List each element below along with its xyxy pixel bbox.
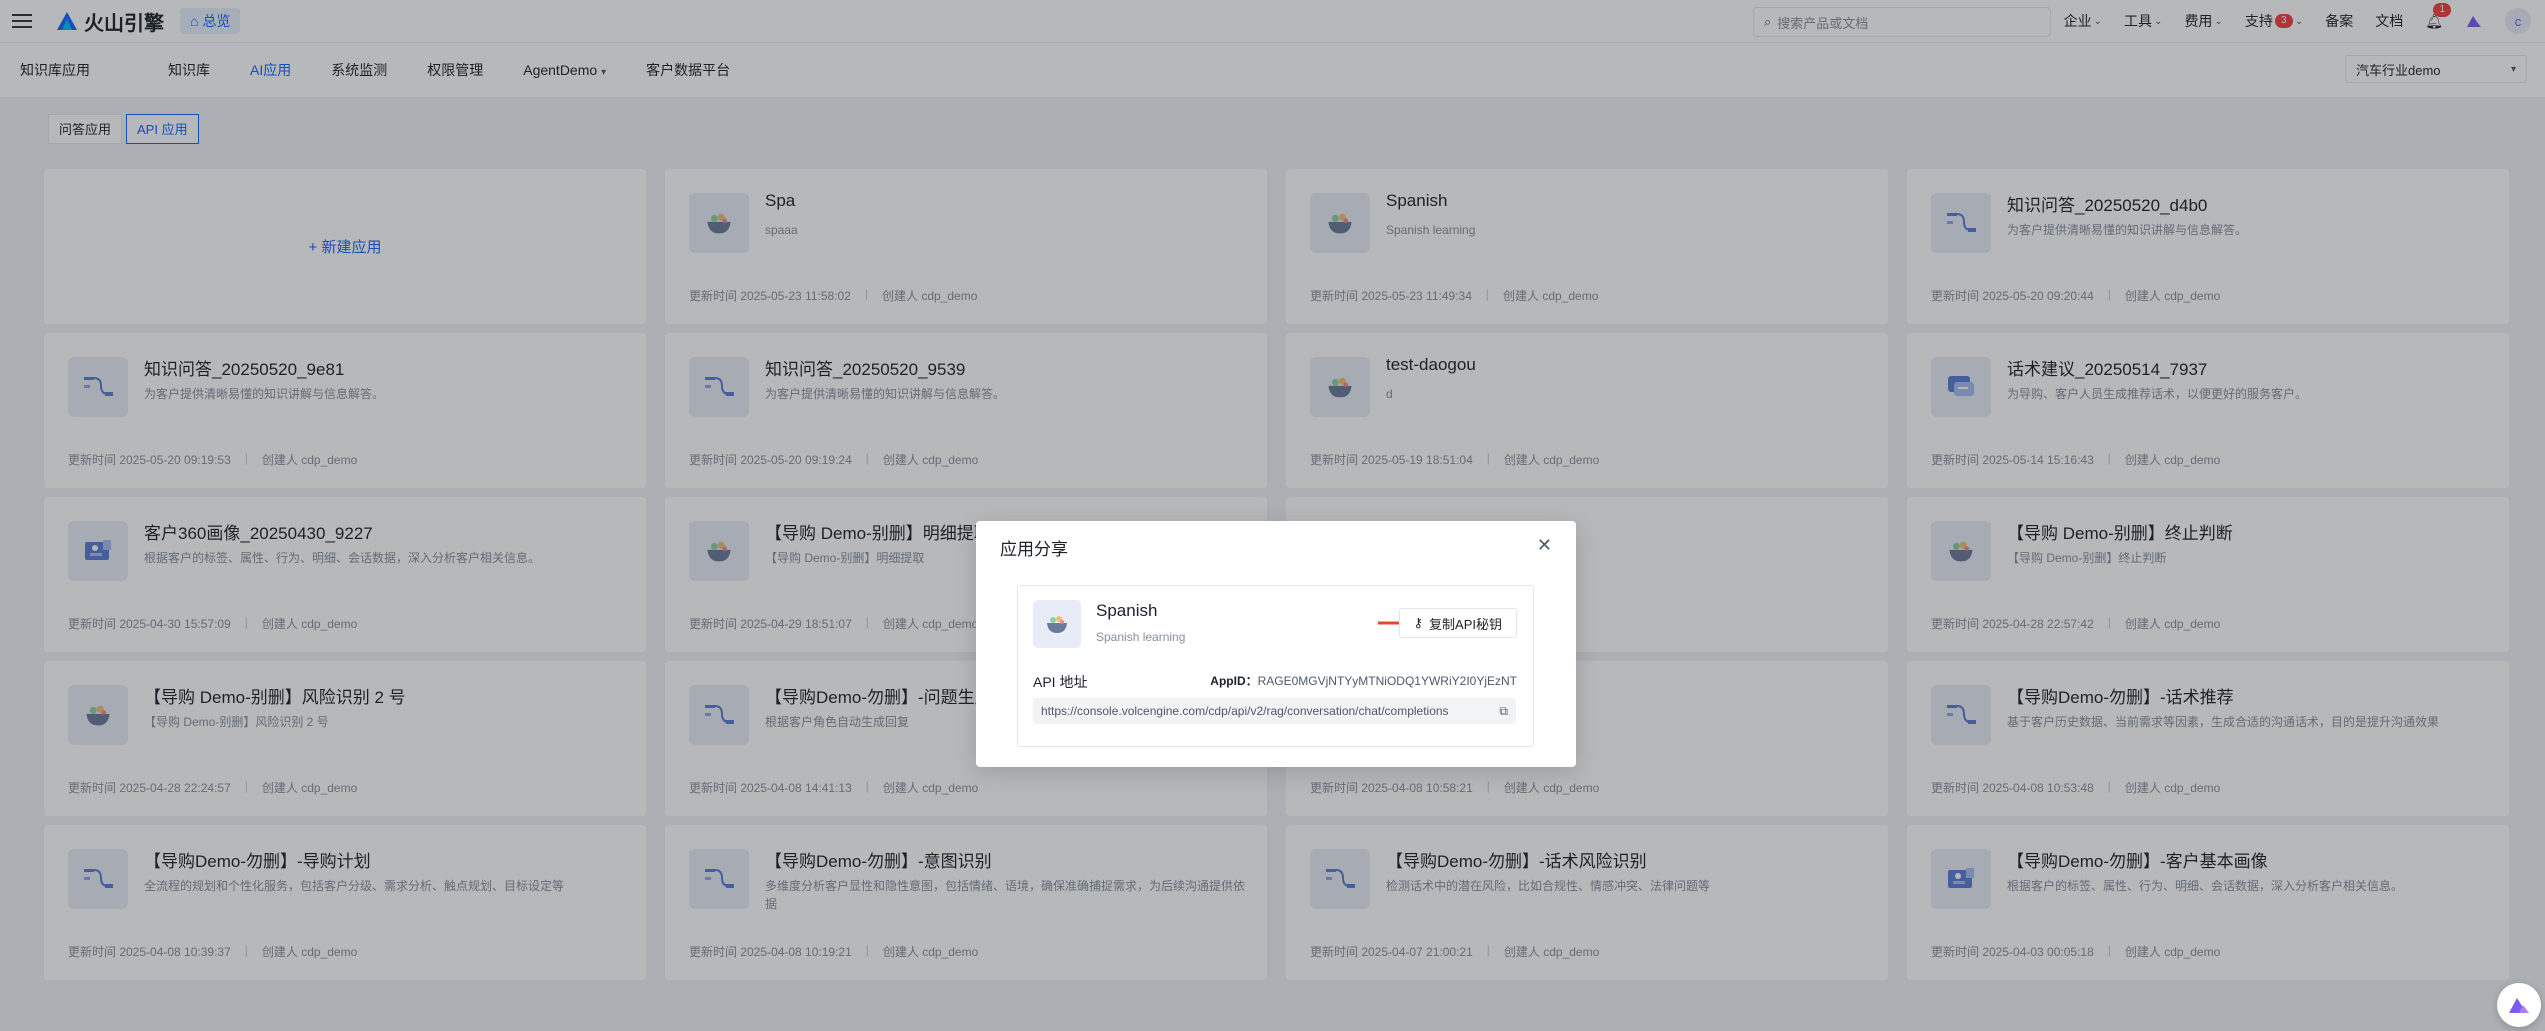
copy-api-key-button[interactable]: ⚷ 复制API秘钥 [1398, 608, 1517, 638]
mountain-icon [2509, 998, 2529, 1013]
share-modal: 应用分享 ✕ Spanish Spanish learning ⚷ 复制API秘… [976, 521, 1576, 767]
api-address-label: API 地址 [1033, 674, 1088, 690]
modal-title: 应用分享 [1000, 540, 1068, 559]
bowl-icon [1033, 600, 1081, 648]
appid: AppID：RAGE0MGVjNTYyMTNiODQ1YWRiY2I0YjEzN… [1210, 672, 1517, 689]
appid-label: AppID： [1210, 674, 1258, 688]
modal-overlay[interactable] [0, 0, 2545, 1031]
modal-app-name: Spanish [1096, 601, 1158, 620]
appid-value: RAGE0MGVjNTYyMTNiODQ1YWRiY2I0YjEzNT [1257, 674, 1517, 688]
assistant-float-button[interactable] [2497, 983, 2541, 1027]
modal-app-desc: Spanish learning [1096, 630, 1186, 644]
close-icon[interactable]: ✕ [1537, 535, 1552, 556]
key-icon: ⚷ [1413, 615, 1424, 630]
api-url-field[interactable]: https://console.volcengine.com/cdp/api/v… [1033, 698, 1516, 724]
copy-api-key-label: 复制API秘钥 [1429, 616, 1502, 632]
copy-icon[interactable]: ⧉ [1499, 704, 1508, 719]
share-panel: Spanish Spanish learning ⚷ 复制API秘钥 API 地… [1017, 585, 1534, 747]
api-url: https://console.volcengine.com/cdp/api/v… [1041, 704, 1449, 718]
